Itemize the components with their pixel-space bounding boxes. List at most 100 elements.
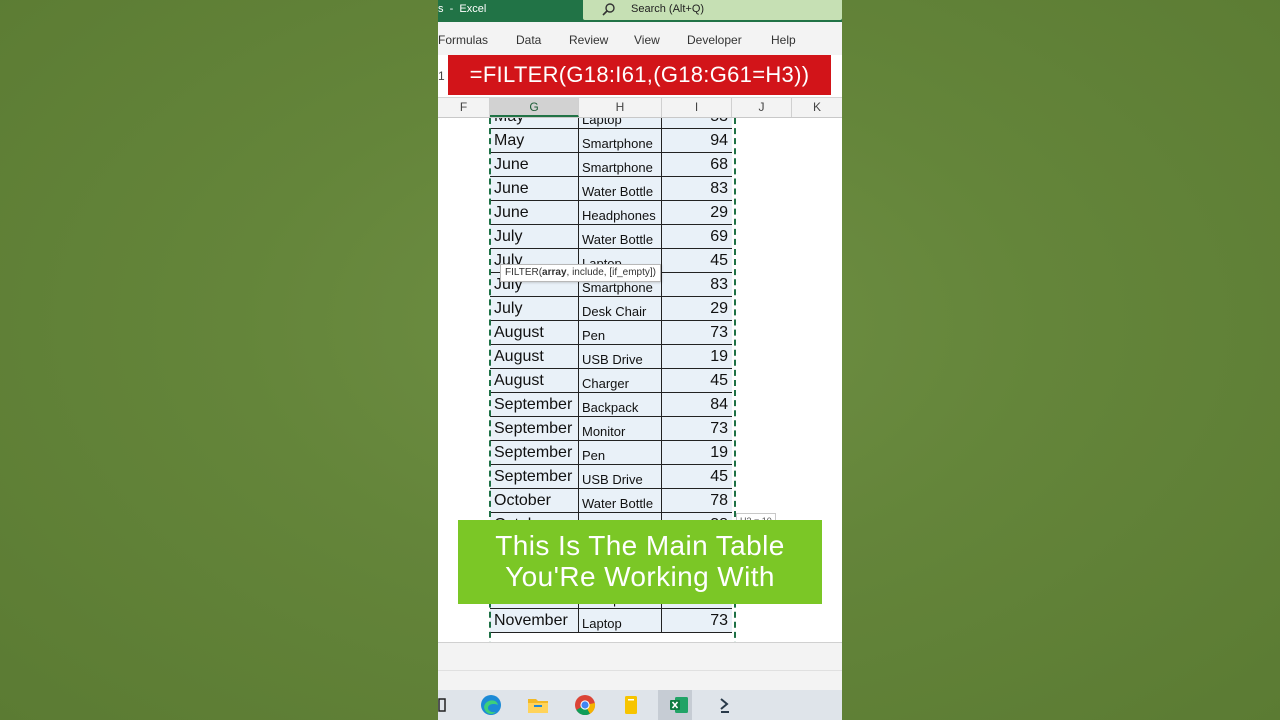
tab-view[interactable]: View xyxy=(634,33,660,47)
cell-month[interactable]: September xyxy=(490,393,579,417)
cell-product[interactable]: Smartphone xyxy=(579,153,662,177)
cell-month[interactable]: June xyxy=(490,201,579,225)
table-row: October Water Bottle 78 xyxy=(438,489,842,513)
status-bar xyxy=(438,670,842,691)
cell-product[interactable]: Pen xyxy=(579,321,662,345)
cell-product[interactable]: Backpack xyxy=(579,393,662,417)
cell-product[interactable]: Water Bottle xyxy=(579,177,662,201)
cell-product[interactable]: USB Drive xyxy=(579,465,662,489)
chrome-icon[interactable] xyxy=(573,693,597,717)
table-row: September Backpack 84 xyxy=(438,393,842,417)
cell-qty[interactable]: 73 xyxy=(662,417,732,441)
cell-product[interactable]: Charger xyxy=(579,369,662,393)
cell-month[interactable]: September xyxy=(490,441,579,465)
cell-qty[interactable]: 84 xyxy=(662,393,732,417)
cell-qty[interactable]: 69 xyxy=(662,225,732,249)
tab-data[interactable]: Data xyxy=(516,33,541,47)
file-explorer-icon[interactable] xyxy=(526,693,550,717)
search-box[interactable]: Search (Alt+Q) xyxy=(583,0,842,20)
window-title: s - Excel xyxy=(438,3,487,15)
name-box-stub: 1 xyxy=(438,69,445,83)
function-tooltip: FILTER(array, include, [if_empty]) xyxy=(500,264,661,282)
task-view-icon[interactable] xyxy=(438,693,450,717)
cell-qty[interactable]: 83 xyxy=(662,273,732,297)
excel-icon[interactable] xyxy=(667,693,691,717)
cell-month[interactable]: May xyxy=(490,129,579,153)
table-row: MayLaptop53 xyxy=(438,118,842,129)
terminal-icon[interactable] xyxy=(713,693,737,717)
caption-line-2: You'Re Working With xyxy=(505,561,775,592)
sticky-notes-icon[interactable] xyxy=(619,693,643,717)
tooltip-arg: array xyxy=(542,267,567,278)
cell-qty[interactable]: 19 xyxy=(662,441,732,465)
cell-month[interactable]: September xyxy=(490,465,579,489)
cell-qty[interactable]: 94 xyxy=(662,129,732,153)
cell-qty[interactable]: 45 xyxy=(662,369,732,393)
cell-month[interactable]: August xyxy=(490,345,579,369)
table-row: May Smartphone 94 xyxy=(438,129,842,153)
table-row: September Pen 19 xyxy=(438,441,842,465)
tab-review[interactable]: Review xyxy=(569,33,608,47)
cell-qty[interactable]: 29 xyxy=(662,297,732,321)
cell-month[interactable]: October xyxy=(490,489,579,513)
column-header-k[interactable]: K xyxy=(792,98,842,117)
table-row: June Water Bottle 83 xyxy=(438,177,842,201)
cell-product[interactable]: Water Bottle xyxy=(579,489,662,513)
search-icon xyxy=(602,3,615,16)
cell-qty[interactable]: 73 xyxy=(662,321,732,345)
cell-month[interactable]: September xyxy=(490,417,579,441)
column-header-g[interactable]: G xyxy=(490,98,579,117)
excel-window: s - Excel Search (Alt+Q) Formulas Data R… xyxy=(438,0,842,720)
table-row: September Monitor 73 xyxy=(438,417,842,441)
tooltip-fn: FILTER( xyxy=(505,267,543,278)
table-row: July Desk Chair 29 xyxy=(438,297,842,321)
cell-qty[interactable]: 68 xyxy=(662,153,732,177)
caption-line-1: This Is The Main Table xyxy=(495,530,785,561)
column-header-f[interactable]: F xyxy=(438,98,490,117)
cell-product[interactable]: USB Drive xyxy=(579,345,662,369)
cell-qty[interactable]: 53 xyxy=(662,118,732,129)
cell-product[interactable]: Laptop xyxy=(579,118,662,129)
tab-developer[interactable]: Developer xyxy=(687,33,742,47)
cell-month[interactable]: May xyxy=(490,118,579,129)
cell-qty[interactable]: 73 xyxy=(662,609,732,633)
cell-month[interactable]: July xyxy=(490,297,579,321)
sheet-tabs-bar xyxy=(438,642,842,671)
cell-product[interactable]: Pen xyxy=(579,441,662,465)
cell-qty[interactable]: 29 xyxy=(662,201,732,225)
cell-month[interactable]: June xyxy=(490,177,579,201)
tab-help[interactable]: Help xyxy=(771,33,796,47)
edge-icon[interactable] xyxy=(479,693,503,717)
tab-formulas[interactable]: Formulas xyxy=(438,33,488,47)
table-row: June Smartphone 68 xyxy=(438,153,842,177)
cell-month[interactable]: June xyxy=(490,153,579,177)
column-headers: F G H I J K xyxy=(438,98,842,118)
caption-overlay: This Is The Main Table You'Re Working Wi… xyxy=(458,520,822,604)
cell-month[interactable]: November xyxy=(490,609,579,633)
cell-qty[interactable]: 78 xyxy=(662,489,732,513)
cell-qty[interactable]: 19 xyxy=(662,345,732,369)
formula-bar: 1 =FILTER(G18:I61,(G18:G61=H3)) xyxy=(438,55,842,98)
column-header-j[interactable]: J xyxy=(732,98,792,117)
cell-product[interactable]: Headphones xyxy=(579,201,662,225)
table-row: August USB Drive 19 xyxy=(438,345,842,369)
column-header-i[interactable]: I xyxy=(662,98,732,117)
column-header-h[interactable]: H xyxy=(579,98,662,117)
cell-qty[interactable]: 45 xyxy=(662,249,732,273)
table-row: August Pen 73 xyxy=(438,321,842,345)
cell-product[interactable]: Laptop xyxy=(579,609,662,633)
cell-product[interactable]: Smartphone xyxy=(579,129,662,153)
table-row: July Water Bottle 69 xyxy=(438,225,842,249)
table-row: November Laptop 73 xyxy=(438,609,842,633)
cell-product[interactable]: Desk Chair xyxy=(579,297,662,321)
formula-banner: =FILTER(G18:I61,(G18:G61=H3)) xyxy=(448,55,831,95)
ribbon-tabs: Formulas Data Review View Developer Help xyxy=(438,22,842,55)
cell-month[interactable]: July xyxy=(490,225,579,249)
cell-qty[interactable]: 83 xyxy=(662,177,732,201)
cell-qty[interactable]: 45 xyxy=(662,465,732,489)
tooltip-rest: , include, [if_empty]) xyxy=(566,267,656,278)
cell-month[interactable]: August xyxy=(490,369,579,393)
cell-month[interactable]: August xyxy=(490,321,579,345)
cell-product[interactable]: Monitor xyxy=(579,417,662,441)
cell-product[interactable]: Water Bottle xyxy=(579,225,662,249)
